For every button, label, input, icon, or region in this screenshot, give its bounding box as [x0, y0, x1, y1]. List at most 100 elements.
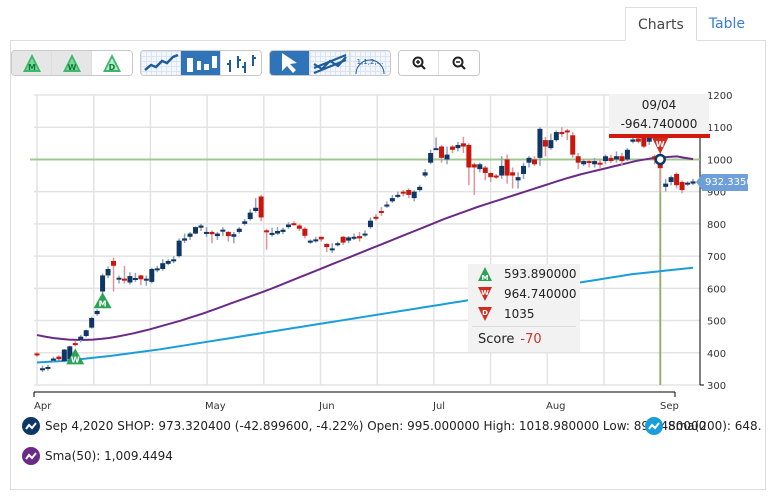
tooltip-score: Score -70 — [468, 329, 580, 351]
candle-body — [367, 220, 373, 228]
candle-body — [679, 182, 685, 191]
candle-body — [581, 161, 587, 165]
candle-body — [499, 165, 505, 176]
candle-body — [313, 239, 319, 242]
candle-body — [624, 149, 630, 160]
candle-body — [198, 225, 204, 228]
candle-body — [296, 225, 302, 229]
candle-body — [340, 236, 346, 243]
candle-body — [72, 343, 78, 346]
sma200-series-icon[interactable] — [645, 417, 663, 435]
x-tick-label: Sep — [660, 401, 679, 412]
candle-body — [466, 144, 472, 168]
svg-text:W: W — [481, 289, 489, 297]
crosshair-date: 09/04 — [641, 98, 677, 112]
candle-body — [373, 216, 379, 219]
tooltip-monthly-value: 593.890000 — [504, 267, 577, 281]
legend-sma200-text: Sma(200): 648. — [668, 419, 762, 433]
candle-body — [247, 212, 253, 220]
candle-body — [619, 156, 625, 162]
crosshair-point — [654, 153, 666, 166]
crosshair-value: -964.740000 — [620, 117, 698, 131]
candle-body — [357, 236, 363, 239]
candle-body — [603, 156, 609, 162]
candle-body — [291, 223, 297, 226]
candle-body — [455, 144, 461, 149]
sma200-line — [36, 266, 694, 364]
sma50-series-icon[interactable] — [22, 447, 40, 465]
candle-body — [460, 143, 466, 147]
candle-body — [531, 159, 537, 165]
candle-body — [439, 146, 445, 158]
candle-body — [34, 353, 40, 356]
candle-body — [613, 156, 619, 160]
candle-body — [121, 278, 127, 281]
crosshair-readout: 09/04 -964.740000 — [609, 94, 709, 134]
candle-body — [318, 236, 324, 240]
candle-body — [329, 248, 335, 251]
candle-body — [171, 259, 177, 262]
signal-bar — [609, 134, 710, 138]
x-tick-label: Apr — [34, 401, 52, 412]
candle-body — [575, 156, 581, 163]
legend-main-text: Sep 4,2020 SHOP: 973.320400 (-42.899600,… — [45, 419, 707, 433]
tooltip-divider — [472, 326, 576, 327]
candle-body — [56, 356, 62, 360]
candle-body — [362, 233, 368, 236]
legend-sma50-text: Sma(50): 1,009.4494 — [45, 449, 173, 463]
candle-body — [39, 368, 45, 371]
tab-charts[interactable]: Charts — [625, 7, 697, 41]
y-tick-label: 800 — [707, 220, 726, 231]
candle-body — [203, 231, 209, 234]
candle-body — [444, 154, 450, 160]
x-tick-label: May — [205, 401, 226, 412]
candle-body — [111, 260, 117, 266]
candle-body — [449, 146, 455, 150]
candle-body — [225, 231, 231, 237]
svg-text:D: D — [482, 309, 488, 317]
x-tick-label: Aug — [546, 401, 566, 412]
last-price-tag: 932.3350 — [696, 174, 753, 191]
tooltip-daily-value: 1035 — [504, 307, 535, 321]
y-tick-label: 400 — [707, 349, 726, 360]
buy-signal-label: W — [71, 355, 80, 364]
score-value: -70 — [520, 332, 542, 347]
tooltip-monthly-row: M 593.890000 — [468, 264, 580, 284]
candle-body — [50, 358, 56, 361]
candle-body — [45, 366, 51, 369]
legend-sma50: Sma(50): 1,009.4494 — [22, 447, 173, 465]
candle-body — [510, 172, 516, 176]
candle-body — [384, 204, 390, 207]
y-tick-label: 700 — [707, 252, 726, 263]
candle-body — [269, 232, 275, 235]
candle-body — [182, 238, 188, 241]
tooltip-daily-row: D 1035 — [468, 304, 580, 324]
candle-body — [143, 278, 149, 281]
candle-body — [285, 224, 291, 228]
symbol-series-icon[interactable] — [22, 417, 40, 435]
candle-body — [400, 191, 406, 194]
tooltip-weekly-value: 964.740000 — [504, 287, 577, 301]
candle-body — [482, 167, 488, 173]
candle-body — [264, 230, 270, 233]
candle-body — [116, 277, 122, 280]
candle-body — [335, 243, 341, 246]
y-tick-label: 600 — [707, 284, 726, 295]
candle-body — [422, 172, 428, 176]
candle-body — [231, 234, 237, 237]
candle-body — [668, 177, 674, 182]
candle-body — [411, 191, 417, 199]
candle-body — [586, 161, 592, 164]
legend-sma200: Sma(200): 648. — [645, 417, 762, 435]
candle-body — [471, 164, 477, 168]
x-tick-label: Jul — [432, 401, 445, 412]
sma50-line — [36, 155, 694, 341]
y-tick-label: 500 — [707, 317, 726, 328]
score-label: Score — [478, 332, 515, 347]
candle-body — [165, 260, 171, 264]
candle-body — [127, 276, 133, 283]
candle-body — [488, 172, 494, 178]
candle-body — [236, 228, 242, 232]
y-tick-label: 1100 — [707, 123, 732, 134]
candle-body — [346, 237, 352, 241]
